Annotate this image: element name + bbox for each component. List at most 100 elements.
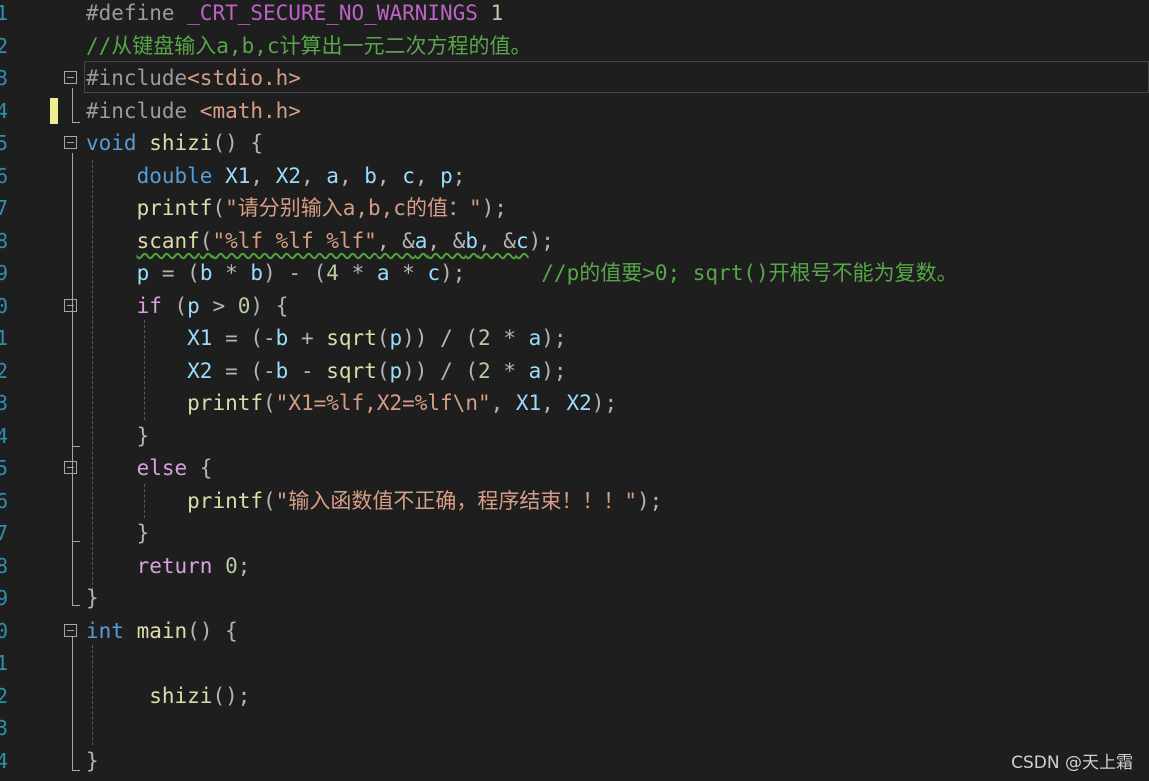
line-number: 3	[0, 716, 8, 740]
code-token: else	[136, 456, 188, 480]
code-text: shizi();	[86, 680, 250, 712]
code-token: {	[187, 456, 213, 480]
code-token: a	[528, 326, 542, 350]
code-token: a	[376, 261, 390, 285]
code-token: , &	[427, 228, 466, 253]
code-line[interactable]: 2 //从键盘输入a,b,c计算出一元二次方程的值。	[0, 30, 1149, 62]
code-token: main	[136, 618, 188, 643]
line-number: 6	[0, 163, 8, 188]
code-token: a	[528, 358, 542, 383]
code-token: shizi	[149, 131, 213, 155]
code-line[interactable]: 3 #include<stdio.h>	[0, 61, 1149, 94]
collapse-icon[interactable]	[64, 71, 77, 84]
code-token: *	[338, 261, 377, 285]
code-token: b	[275, 326, 289, 350]
code-line[interactable]: 1	[0, 647, 1149, 679]
code-line[interactable]: 2 shizi();	[0, 680, 1149, 712]
code-token: , &	[376, 228, 415, 253]
code-line[interactable]: 3 printf("X1=%lf,X2=%lf\n", X1, X2);	[0, 387, 1149, 419]
code-line[interactable]: 7 printf("请分别输入a,b,c的值：");	[0, 192, 1149, 224]
code-token: X1	[515, 391, 542, 415]
code-text: //从键盘输入a,b,c计算出一元二次方程的值。	[86, 30, 532, 62]
code-token: , &	[478, 228, 516, 253]
code-token: (	[263, 488, 276, 513]
code-token: ,	[414, 163, 441, 188]
code-token: 2	[478, 326, 491, 350]
line-number: 3	[0, 391, 8, 415]
code-line[interactable]: 0 if (p > 0) {	[0, 290, 1149, 322]
code-text: if (p > 0) {	[86, 290, 289, 322]
code-token: () {	[187, 618, 238, 643]
code-line[interactable]: 7 }	[0, 517, 1149, 549]
code-token: X2	[566, 391, 592, 415]
code-token: printf	[136, 196, 213, 220]
code-line[interactable]: 5 void shizi() {	[0, 127, 1149, 159]
code-line[interactable]: 4 }	[0, 420, 1149, 452]
code-line[interactable]: 0 int main() {	[0, 615, 1149, 647]
code-text: printf("X1=%lf,X2=%lf\n", X1, X2);	[86, 387, 617, 419]
code-token: }	[86, 521, 150, 545]
code-token: "输入函数值不正确，程序结束！！！"	[275, 488, 637, 513]
code-token: (	[376, 326, 390, 350]
code-token: scanf	[136, 228, 200, 253]
collapse-icon[interactable]	[64, 298, 77, 312]
code-token: ) - (	[263, 261, 327, 285]
code-token: b	[465, 228, 479, 253]
code-line[interactable]: 9}	[0, 582, 1149, 614]
code-editor[interactable]: 1 #define _CRT_SECURE_NO_WARNINGS 1 2//从键盘…	[0, 0, 1149, 781]
code-token: <math.h>	[199, 98, 301, 123]
code-token: X2	[275, 163, 301, 188]
code-text: }	[86, 420, 150, 452]
code-token: ,	[541, 391, 567, 415]
code-line[interactable]: 4}	[0, 745, 1149, 777]
code-text: printf("请分别输入a,b,c的值：");	[86, 192, 507, 224]
code-token: 4	[326, 261, 339, 285]
code-token: void	[86, 131, 137, 155]
collapse-icon[interactable]	[64, 136, 77, 149]
line-number: 2	[0, 358, 8, 383]
code-line[interactable]: 8 return 0;	[0, 550, 1149, 582]
code-text: }	[86, 745, 99, 777]
line-number: 8	[0, 553, 8, 578]
code-token: b	[275, 358, 289, 383]
code-line[interactable]: 4 #include <math.h>	[0, 95, 1149, 127]
code-token: X1	[225, 163, 251, 188]
collapse-icon[interactable]	[64, 623, 77, 637]
code-token: ,	[376, 163, 403, 188]
code-line[interactable]: 6 printf("输入函数值不正确，程序结束！！！");	[0, 485, 1149, 517]
code-token: )) / (	[402, 326, 479, 350]
code-line[interactable]: 5 else {	[0, 452, 1149, 484]
line-number: 1	[0, 326, 8, 350]
code-line[interactable]: 1 #define _CRT_SECURE_NO_WARNINGS 1	[0, 0, 1149, 29]
line-number: 5	[0, 456, 8, 480]
code-token: #include	[86, 98, 200, 123]
code-token: #include	[86, 66, 188, 90]
code-token: )) / (	[402, 358, 479, 383]
code-token: ,	[338, 163, 365, 188]
code-token: () {	[212, 131, 264, 155]
collapse-icon[interactable]	[64, 461, 77, 474]
code-line[interactable]: 8 scanf("%lf %lf %lf", &a, &b, &c);	[0, 225, 1149, 257]
code-token: (	[263, 391, 276, 415]
code-token: );	[636, 488, 663, 513]
code-token: );	[541, 326, 567, 350]
code-line[interactable]: 6 double X1, X2, a, b, c, p;	[0, 160, 1149, 192]
code-token: ();	[212, 683, 251, 708]
code-text: else {	[86, 452, 213, 484]
line-number: 0	[0, 618, 8, 643]
code-token: = (-	[212, 358, 276, 383]
code-line[interactable]: 3	[0, 712, 1149, 744]
code-line[interactable]: 1 X1 = (-b + sqrt(p)) / (2 * a);	[0, 322, 1149, 354]
code-line[interactable]: 2 X2 = (-b - sqrt(p)) / (2 * a);	[0, 355, 1149, 387]
code-text: X2 = (-b - sqrt(p)) / (2 * a);	[86, 355, 566, 387]
code-token: ,	[300, 163, 327, 188]
code-token: #define	[86, 1, 188, 25]
code-line[interactable]: 9 p = (b * b) - (4 * a * c); //p的值要>0; s…	[0, 257, 1149, 289]
